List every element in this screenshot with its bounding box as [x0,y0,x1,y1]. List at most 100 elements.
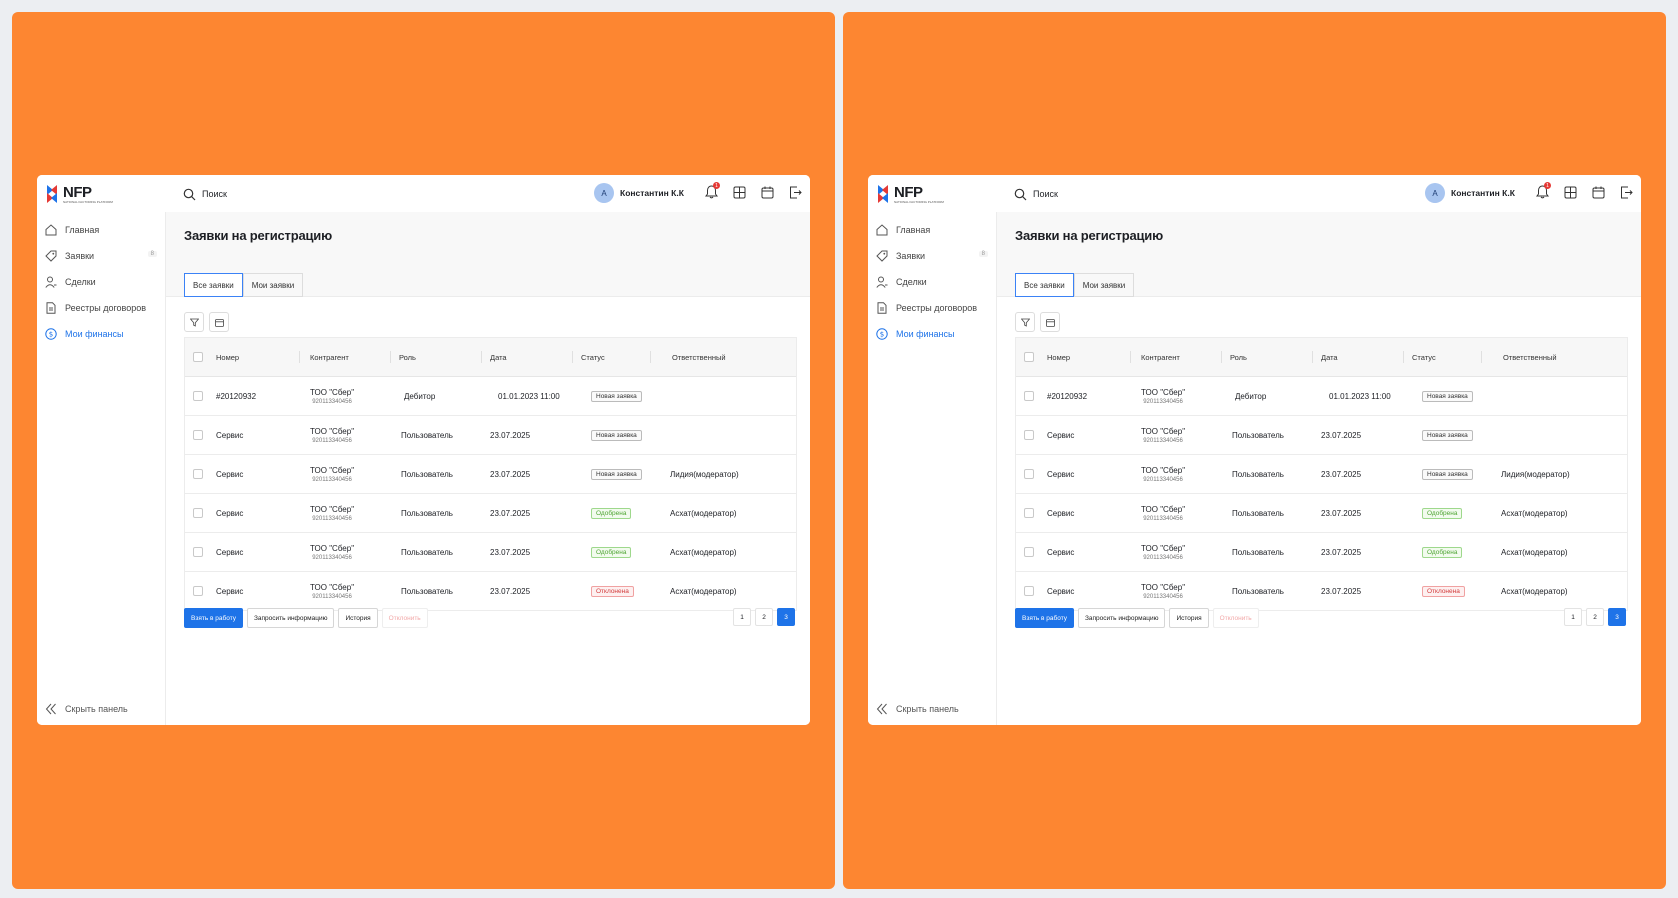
search-box[interactable]: Поиск [1014,185,1058,203]
column-header[interactable]: Контрагент [1141,338,1180,376]
sidebar-item-requests[interactable]: Заявки 8 [45,246,157,266]
row-checkbox[interactable] [1024,469,1034,479]
table-row[interactable]: Сервис ТОО "Сбер" 920113340456 Пользоват… [1016,494,1627,533]
column-header[interactable]: Дата [490,338,507,376]
logout-button[interactable] [1618,184,1634,200]
reject-button[interactable]: Отклонить [1212,608,1259,628]
search-box[interactable]: Поиск [183,185,227,203]
role: Дебитор [1235,391,1267,401]
user-profile[interactable]: А Константин К.К [1425,183,1515,203]
sidebar-item-deals[interactable]: Сделки [876,272,988,292]
table-row[interactable]: Сервис ТОО "Сбер" 920113340456 Пользоват… [185,533,796,572]
logo-subtitle: NATIONAL FACTORING PLATFORM [894,200,944,204]
row-checkbox[interactable] [193,547,203,557]
page-button[interactable]: 2 [1586,608,1604,626]
page-button[interactable]: 2 [755,608,773,626]
table-row[interactable]: Сервис ТОО "Сбер" 920113340456 Пользоват… [185,416,796,455]
row-checkbox[interactable] [193,586,203,596]
table-row[interactable]: Сервис ТОО "Сбер" 920113340456 Пользоват… [1016,572,1627,611]
counterparty-name: ТОО "Сбер" [310,504,355,514]
history-button[interactable]: История [1169,608,1209,628]
column-header[interactable]: Дата [1321,338,1338,376]
take-to-work-button[interactable]: Взять в работу [1015,608,1074,628]
column-header[interactable]: Статус [581,338,605,376]
calculator-button[interactable] [1562,184,1578,200]
date: 23.07.2025 [1321,508,1362,518]
counterparty-bin: 920113340456 [312,593,352,600]
history-button[interactable]: История [338,608,378,628]
table-row[interactable]: Сервис ТОО "Сбер" 920113340456 Пользоват… [185,572,796,611]
tab-my-requests[interactable]: Мои заявки [1073,273,1135,297]
table-row[interactable]: Сервис ТОО "Сбер" 920113340456 Пользоват… [185,455,796,494]
sidebar-item-home[interactable]: Главная [45,220,157,240]
user-profile[interactable]: А Константин К.К [594,183,684,203]
row-checkbox[interactable] [1024,508,1034,518]
counterparty-name: ТОО "Сбер" [310,582,355,592]
page-button-active[interactable]: 3 [1608,608,1626,626]
reject-button[interactable]: Отклонить [381,608,428,628]
column-divider [1481,351,1482,363]
collapse-sidebar-button[interactable]: Скрыть панель [45,703,128,715]
row-checkbox[interactable] [193,391,203,401]
filter-button[interactable] [1015,312,1035,332]
logo[interactable]: NFP NATIONAL FACTORING PLATFORM [876,184,944,204]
select-all-checkbox[interactable] [1024,352,1034,362]
calculator-button[interactable] [731,184,747,200]
request-info-button[interactable]: Запросить информацию [1078,608,1166,628]
tab-my-requests[interactable]: Мои заявки [242,273,304,297]
page-button[interactable]: 1 [733,608,751,626]
sidebar-item-requests[interactable]: Заявки 8 [876,246,988,266]
column-header[interactable]: Номер [216,338,239,376]
select-all-checkbox[interactable] [193,352,203,362]
row-checkbox[interactable] [193,430,203,440]
sidebar-item-finances[interactable]: $ Мои финансы [876,324,988,344]
tab-all-requests[interactable]: Все заявки [1015,273,1074,297]
column-header[interactable]: Контрагент [310,338,349,376]
column-divider [1130,351,1131,363]
row-checkbox[interactable] [1024,391,1034,401]
date-filter-button[interactable] [209,312,229,332]
table-row[interactable]: #20120932 ТОО "Сбер" 920113340456 Дебито… [185,377,796,416]
date: 23.07.2025 [1321,430,1362,440]
sidebar-item-deals[interactable]: Сделки [45,272,157,292]
column-header[interactable]: Роль [1230,338,1247,376]
column-header[interactable]: Роль [399,338,416,376]
logo[interactable]: NFP NATIONAL FACTORING PLATFORM [45,184,113,204]
collapse-sidebar-button[interactable]: Скрыть панель [876,703,959,715]
column-header[interactable]: Ответственный [1503,338,1557,376]
column-header[interactable]: Ответственный [672,338,726,376]
table-row[interactable]: Сервис ТОО "Сбер" 920113340456 Пользоват… [1016,455,1627,494]
row-checkbox[interactable] [193,508,203,518]
sidebar-item-registries[interactable]: Реестры договоров [876,298,988,318]
take-to-work-button[interactable]: Взять в работу [184,608,243,628]
page-button-active[interactable]: 3 [777,608,795,626]
tab-all-requests[interactable]: Все заявки [184,273,243,297]
right-panel: NFP NATIONAL FACTORING PLATFORM Поиск А … [843,12,1666,889]
column-header[interactable]: Номер [1047,338,1070,376]
page-button[interactable]: 1 [1564,608,1582,626]
table-row[interactable]: Сервис ТОО "Сбер" 920113340456 Пользоват… [1016,416,1627,455]
select-all-cell [193,338,203,376]
sidebar: Главная Заявки 8 Сделки Реестры договоро… [37,212,166,725]
notification-badge: 1 [1544,182,1551,189]
date-filter-button[interactable] [1040,312,1060,332]
row-checkbox[interactable] [1024,430,1034,440]
row-checkbox[interactable] [193,469,203,479]
table-row[interactable]: Сервис ТОО "Сбер" 920113340456 Пользоват… [1016,533,1627,572]
sidebar-item-registries[interactable]: Реестры договоров [45,298,157,318]
filter-button[interactable] [184,312,204,332]
role: Пользователь [1232,508,1284,518]
notifications-button[interactable]: 1 [1534,182,1551,200]
row-checkbox[interactable] [1024,586,1034,596]
row-checkbox[interactable] [1024,547,1034,557]
notifications-button[interactable]: 1 [703,182,720,200]
table-row[interactable]: #20120932 ТОО "Сбер" 920113340456 Дебито… [1016,377,1627,416]
logout-button[interactable] [787,184,803,200]
table-row[interactable]: Сервис ТОО "Сбер" 920113340456 Пользоват… [185,494,796,533]
sidebar-item-home[interactable]: Главная [876,220,988,240]
request-info-button[interactable]: Запросить информацию [247,608,335,628]
sidebar-item-finances[interactable]: $ Мои финансы [45,324,157,344]
column-header[interactable]: Статус [1412,338,1436,376]
calendar-button[interactable] [759,184,775,200]
calendar-button[interactable] [1590,184,1606,200]
